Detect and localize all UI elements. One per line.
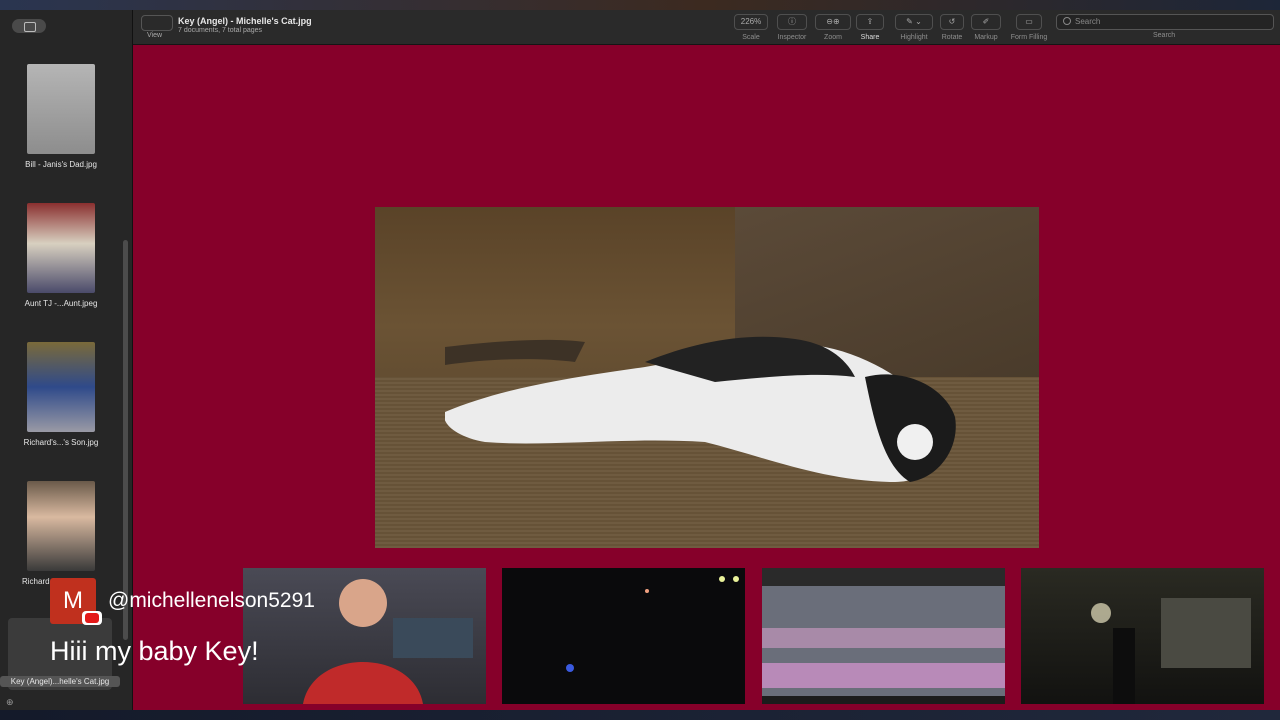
- info-icon: ⓘ: [777, 14, 807, 30]
- webcam-feed-2: [502, 568, 745, 704]
- thumbnail-image: [27, 203, 95, 293]
- highlight-button[interactable]: ✎ ⌄ Highlight: [895, 14, 933, 41]
- screen-illustration: [762, 568, 1005, 696]
- search-input[interactable]: Search: [1056, 14, 1274, 30]
- sidebar-scrollbar[interactable]: [123, 240, 128, 640]
- share-label: Share: [860, 34, 880, 41]
- rotate-icon: ↺: [940, 14, 964, 30]
- inspector-label: Inspector: [777, 34, 807, 41]
- form-filling-label: Form Filling: [1010, 34, 1048, 41]
- scale-label: Scale: [742, 34, 760, 41]
- view-label: View: [147, 32, 163, 39]
- sidebar-item-richards-son[interactable]: Richard's...'s Son.jpg: [0, 342, 122, 447]
- sidebar-item-label: Aunt TJ -...Aunt.jpeg: [24, 299, 98, 308]
- youtube-icon: [82, 611, 102, 625]
- thumbnail-image: [27, 342, 95, 432]
- chat-username: @michellenelson5291: [108, 589, 315, 612]
- share-button[interactable]: ⇪ Share: [856, 14, 884, 41]
- selected-item-label: Key (Angel)...helle's Cat.jpg: [0, 676, 120, 687]
- markup-icon: ✐: [971, 14, 1001, 30]
- zoom-buttons[interactable]: ⊖⊕ Zoom: [815, 14, 851, 41]
- highlight-label: Highlight: [900, 34, 928, 41]
- desktop-bottom-strip: [0, 710, 1280, 720]
- chat-message: Hiii my baby Key!: [50, 636, 259, 666]
- add-icon[interactable]: ⊕: [6, 697, 14, 708]
- sidebar-item-richard[interactable]: Richard: [0, 481, 122, 586]
- form-icon: ▭: [1016, 14, 1042, 30]
- view-button[interactable]: [141, 15, 173, 31]
- search-icon: [1063, 17, 1071, 25]
- rotate-label: Rotate: [941, 34, 963, 41]
- thumbnail-image: [27, 481, 95, 571]
- sidebar-item-aunt-tj[interactable]: Aunt TJ -...Aunt.jpeg: [0, 203, 122, 308]
- markup-button[interactable]: ✐ Markup: [971, 14, 1001, 41]
- search-label: Search: [1153, 32, 1176, 39]
- sidebar-toggle-button[interactable]: [12, 19, 46, 33]
- document-title: Key (Angel) - Michelle's Cat.jpg: [178, 16, 312, 26]
- rotate-button[interactable]: ↺ Rotate: [940, 14, 964, 41]
- highlighter-icon: ✎ ⌄: [895, 14, 933, 30]
- room-illustration: [1091, 598, 1251, 704]
- thumbnail-image: [27, 64, 95, 154]
- inspector-button[interactable]: ⓘ Inspector: [777, 14, 807, 41]
- dark-room-illustration: [566, 576, 739, 672]
- zoom-label: Zoom: [824, 34, 842, 41]
- share-icon: ⇪: [856, 14, 884, 30]
- cat-illustration: [445, 336, 956, 482]
- form-filling-button[interactable]: ▭ Form Filling: [1007, 14, 1051, 41]
- toolbar: View Key (Angel) - Michelle's Cat.jpg 7 …: [133, 10, 1280, 45]
- webcam-feed-4: [1021, 568, 1264, 704]
- sidebar-item-label: Richard's...'s Son.jpg: [23, 438, 99, 447]
- sidebar-item-label: Bill - Janis's Dad.jpg: [25, 160, 97, 169]
- markup-label: Markup: [974, 34, 998, 41]
- scale-control[interactable]: 226% Scale: [734, 14, 768, 41]
- zoom-value[interactable]: 226%: [734, 14, 768, 30]
- cat-photo: [375, 207, 1039, 548]
- screen-capture-feed: [762, 568, 1005, 704]
- sidebar-item-bill[interactable]: Bill - Janis's Dad.jpg: [0, 64, 122, 169]
- document-subtitle: 7 documents, 7 total pages: [178, 27, 263, 34]
- search-placeholder: Search: [1075, 17, 1101, 26]
- desktop-top-strip: [0, 0, 1280, 10]
- zoom-icon: ⊖⊕: [815, 14, 851, 30]
